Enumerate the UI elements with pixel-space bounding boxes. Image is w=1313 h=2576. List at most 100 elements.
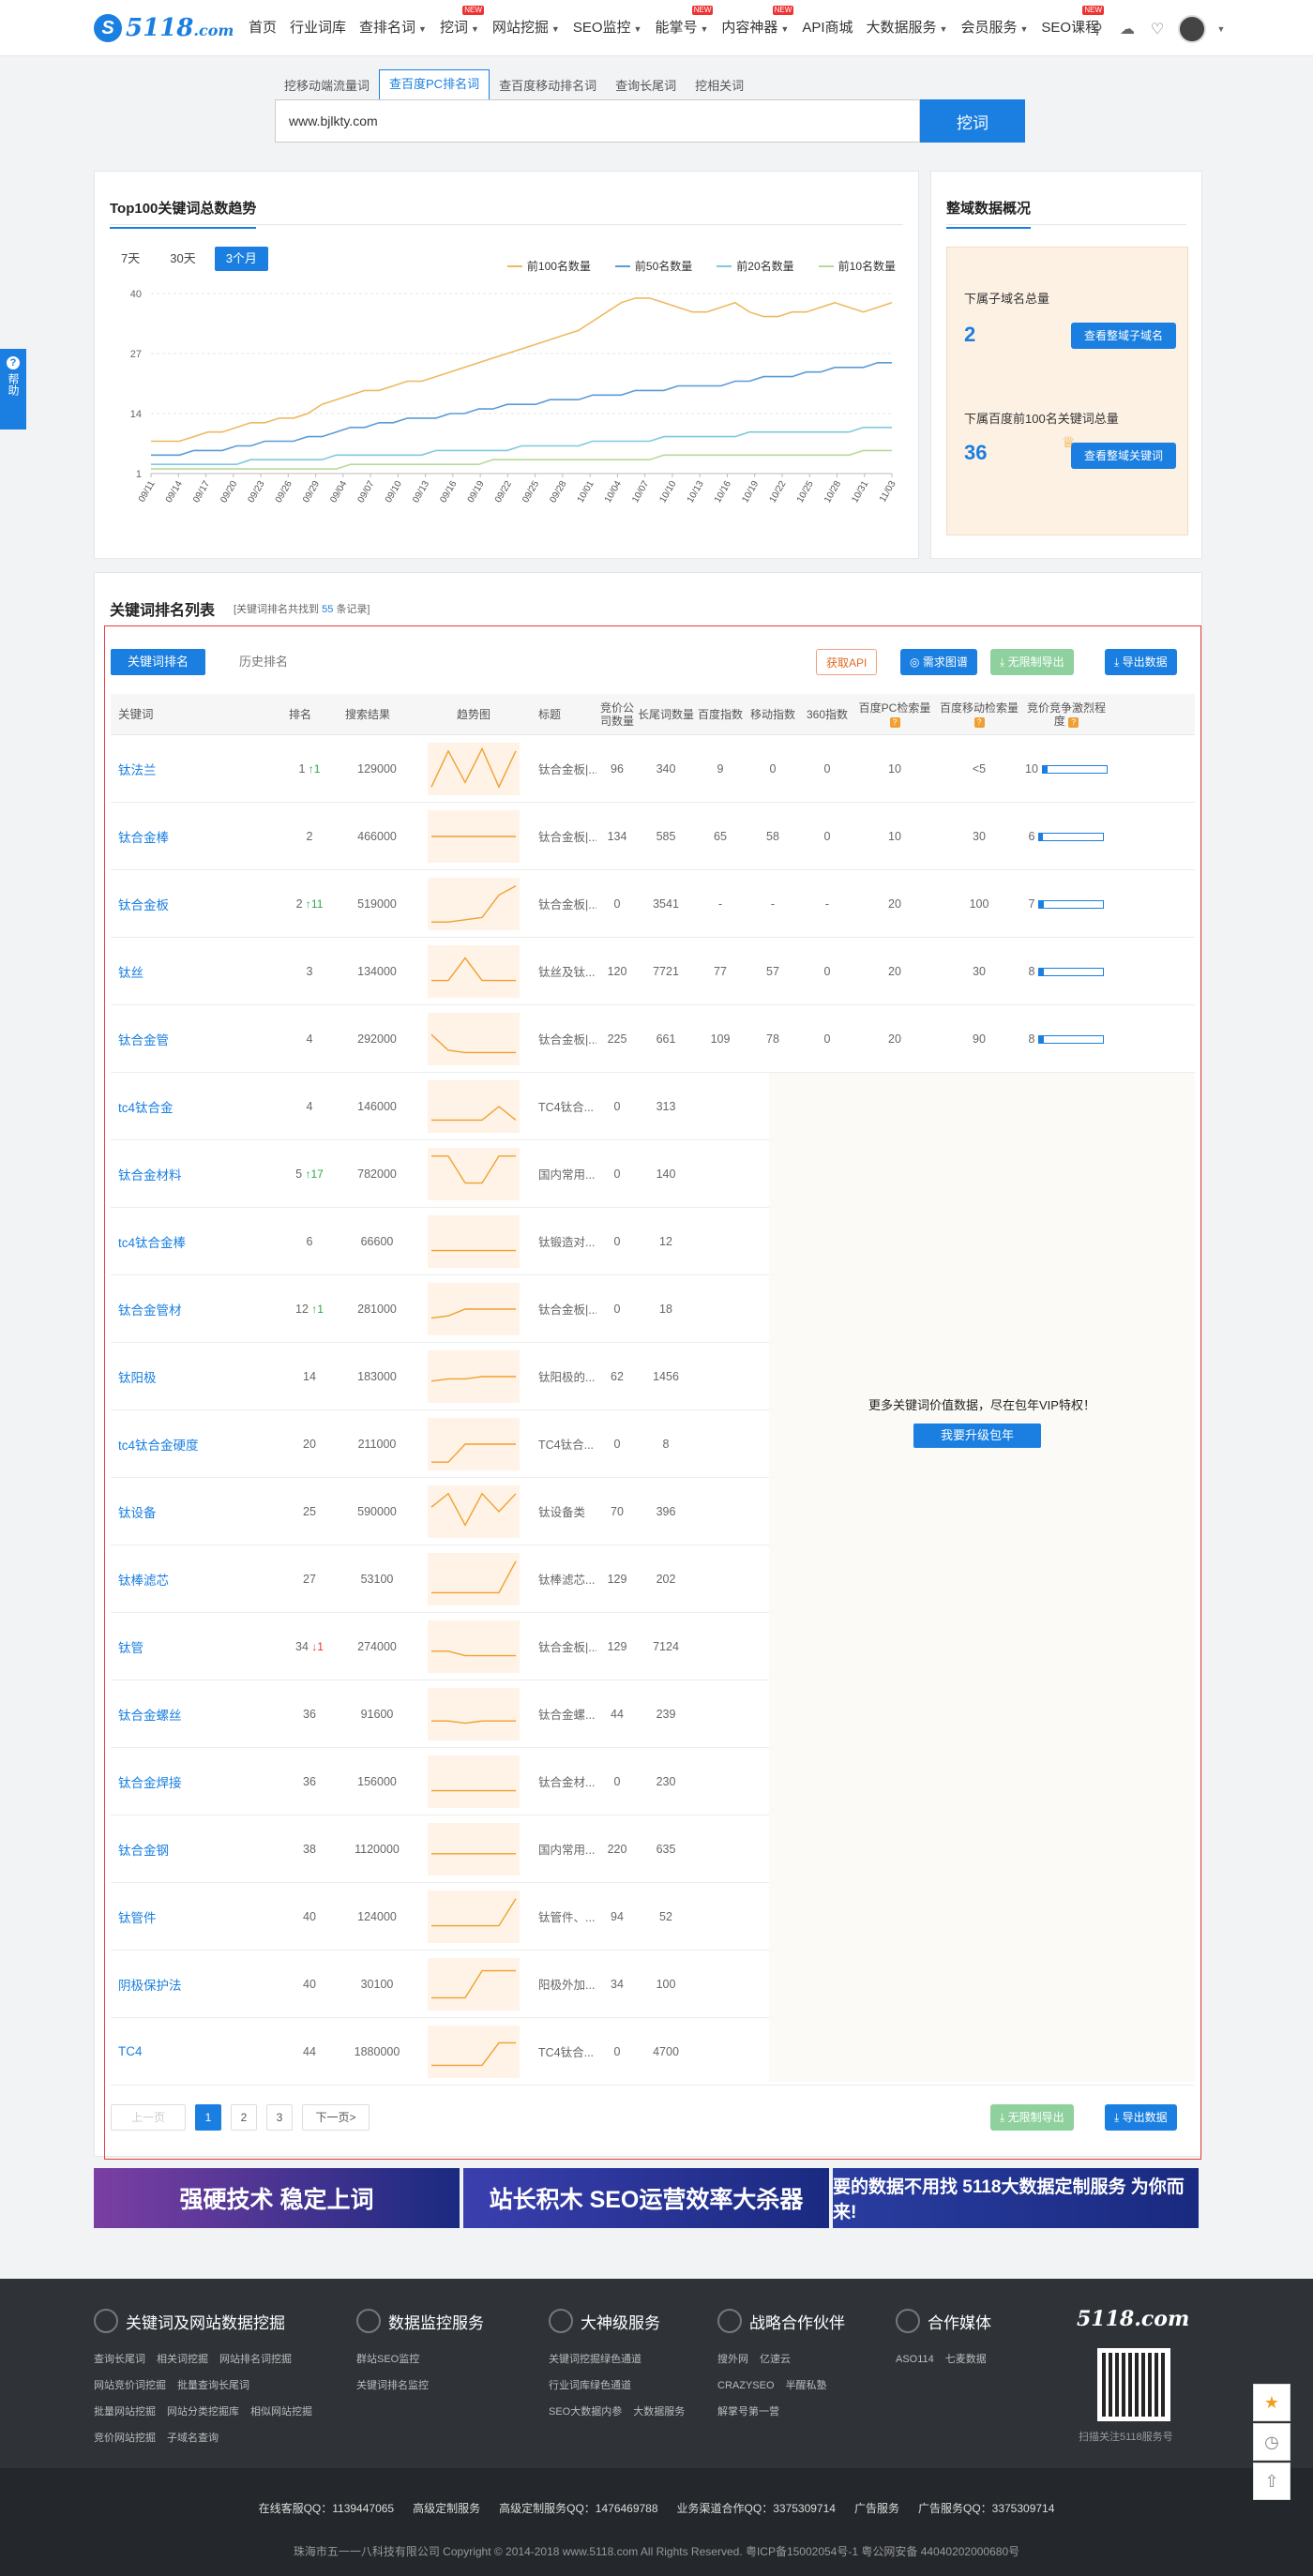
keyword-link[interactable]: 钛管: [111, 1637, 279, 1656]
footer-link[interactable]: 解掌号第一营: [717, 2406, 779, 2418]
search-tab[interactable]: 查询长尾词: [606, 73, 686, 99]
footer-link[interactable]: 网站分类挖掘库: [167, 2406, 239, 2418]
export-data-button-bottom[interactable]: ⤓ 导出数据: [1105, 2104, 1177, 2131]
keyword-link[interactable]: 钛合金钢: [111, 1840, 279, 1859]
next-page-button[interactable]: 下一页>: [302, 2104, 370, 2131]
bell-icon[interactable]: ♡: [1148, 20, 1167, 38]
get-api-button[interactable]: 获取API: [816, 649, 878, 675]
search-tab[interactable]: 查百度PC排名词: [379, 69, 490, 99]
nav-item[interactable]: 挖词 ▼ NEW: [433, 6, 486, 40]
trend-sparkline-cell[interactable]: [415, 1079, 533, 1133]
keyword-link[interactable]: 钛管件: [111, 1907, 279, 1926]
keyword-link[interactable]: 钛合金管材: [111, 1300, 279, 1318]
cloud-download-icon[interactable]: ☁: [1118, 20, 1137, 38]
footer-link[interactable]: 竞价网站挖掘: [94, 2433, 156, 2444]
upgrade-vip-button[interactable]: 我要升级包年: [913, 1424, 1041, 1448]
trend-sparkline-cell[interactable]: [415, 877, 533, 930]
footer-link[interactable]: ASO114: [896, 2354, 934, 2365]
contact-item[interactable]: 广告服务QQ：3375309714: [918, 2502, 1054, 2515]
keyword-link[interactable]: 钛合金材料: [111, 1165, 279, 1183]
trend-sparkline-cell[interactable]: [415, 1619, 533, 1673]
trend-sparkline-cell[interactable]: [415, 809, 533, 863]
footer-link[interactable]: 七麦数据: [945, 2354, 987, 2365]
nav-item[interactable]: API商城: [795, 17, 859, 40]
footer-link[interactable]: 半醒私塾: [786, 2380, 827, 2391]
nav-item[interactable]: SEO监控 ▼: [566, 17, 649, 40]
keyword-link[interactable]: 钛合金棒: [111, 827, 279, 846]
footer-link[interactable]: 批量网站挖掘: [94, 2406, 156, 2418]
ad-banner[interactable]: 要的数据不用找 5118大数据定制服务 为你而来!: [833, 2168, 1199, 2228]
back-to-top-icon[interactable]: ⇧: [1253, 2463, 1290, 2500]
keyword-link[interactable]: 阴极保护法: [111, 1975, 279, 1994]
keyword-link[interactable]: tc4钛合金棒: [111, 1232, 279, 1251]
page-button[interactable]: 3: [266, 2104, 293, 2131]
footer-link[interactable]: 相似网站挖掘: [250, 2406, 312, 2418]
help-icon[interactable]: ?: [889, 716, 900, 728]
footer-link[interactable]: 网站排名词挖掘: [219, 2354, 292, 2365]
contact-item[interactable]: 高级定制服务: [413, 2502, 480, 2515]
keyword-link[interactable]: 钛设备: [111, 1502, 279, 1521]
footer-link[interactable]: 大数据服务: [633, 2406, 685, 2418]
page-button[interactable]: 1: [195, 2104, 221, 2131]
footer-link[interactable]: 相关词挖掘: [157, 2354, 208, 2365]
footer-link[interactable]: 关键词排名监控: [356, 2380, 429, 2391]
keyword-link[interactable]: 钛合金板: [111, 895, 279, 913]
search-tab[interactable]: 挖相关词: [686, 73, 753, 99]
prev-page-button[interactable]: 上一页: [111, 2104, 186, 2131]
contact-item[interactable]: 业务渠道合作QQ：3375309714: [677, 2502, 836, 2515]
nav-item[interactable]: 内容神器 ▼ NEW: [715, 6, 795, 40]
footer-link[interactable]: 亿速云: [760, 2354, 791, 2365]
search-input[interactable]: www.bjlkty.com: [275, 99, 920, 143]
trend-sparkline-cell[interactable]: [415, 944, 533, 998]
search-tab[interactable]: 挖移动端流量词: [275, 73, 379, 99]
demand-graph-button[interactable]: ◎ 需求图谱: [900, 649, 977, 675]
keyword-link[interactable]: 钛丝: [111, 962, 279, 981]
contact-item[interactable]: 在线客服QQ：1139447065: [259, 2502, 395, 2515]
unlimited-export-button-bottom[interactable]: ⤓ 无限制导出: [990, 2104, 1074, 2131]
trend-sparkline-cell[interactable]: [415, 1349, 533, 1403]
ad-banner[interactable]: 强硬技术 稳定上词: [94, 2168, 460, 2228]
trend-sparkline-cell[interactable]: [415, 1687, 533, 1740]
contact-item[interactable]: 广告服务: [854, 2502, 899, 2515]
footer-link[interactable]: 批量查询长尾词: [177, 2380, 249, 2391]
chevron-down-icon[interactable]: ▼: [1217, 20, 1226, 38]
nav-item[interactable]: 查排名词 ▼: [353, 17, 433, 40]
trend-sparkline-cell[interactable]: [415, 2025, 533, 2078]
nav-item[interactable]: 网站挖掘 ▼: [486, 17, 566, 40]
period-button[interactable]: 7天: [110, 247, 151, 271]
trend-sparkline-cell[interactable]: [415, 1484, 533, 1538]
nav-item[interactable]: 会员服务 ▼: [954, 17, 1034, 40]
nav-item[interactable]: 行业词库: [283, 17, 353, 40]
trend-sparkline-cell[interactable]: [415, 1890, 533, 1943]
gift-icon[interactable]: ★: [1253, 2384, 1290, 2421]
keyword-link[interactable]: TC4: [111, 2044, 279, 2058]
trend-sparkline-cell[interactable]: [415, 1957, 533, 2011]
trend-sparkline-cell[interactable]: [415, 1147, 533, 1200]
help-icon[interactable]: ?: [1068, 716, 1079, 728]
period-button[interactable]: 3个月: [214, 247, 268, 271]
trend-sparkline-cell[interactable]: [415, 742, 533, 795]
trend-sparkline-cell[interactable]: [415, 1417, 533, 1470]
ad-banner[interactable]: 站长积木 SEO运营效率大杀器: [463, 2168, 829, 2228]
footer-link[interactable]: CRAZYSEO: [717, 2380, 775, 2391]
search-icon[interactable]: ⚲: [1088, 20, 1107, 38]
footer-link[interactable]: 行业词库绿色通道: [549, 2380, 631, 2391]
keyword-link[interactable]: 钛阳极: [111, 1367, 279, 1386]
nav-item[interactable]: 能掌号 ▼ NEW: [648, 6, 715, 40]
search-button[interactable]: 挖词: [920, 99, 1025, 143]
help-tab[interactable]: ? 帮助: [0, 349, 26, 429]
footer-link[interactable]: 子域名查询: [167, 2433, 219, 2444]
site-logo[interactable]: S 5118.com: [94, 11, 234, 45]
footer-link[interactable]: 网站竞价词挖掘: [94, 2380, 166, 2391]
keyword-link[interactable]: 钛棒滤芯: [111, 1570, 279, 1589]
keyword-link[interactable]: 钛法兰: [111, 760, 279, 778]
avatar[interactable]: [1178, 15, 1206, 43]
footer-link[interactable]: 查询长尾词: [94, 2354, 145, 2365]
trend-sparkline-cell[interactable]: [415, 1755, 533, 1808]
keyword-link[interactable]: 钛合金螺丝: [111, 1705, 279, 1724]
keyword-tab[interactable]: 历史排名: [222, 649, 305, 675]
contact-item[interactable]: 高级定制服务QQ：1476469788: [499, 2502, 657, 2515]
footer-link[interactable]: 搜外网: [717, 2354, 748, 2365]
keyword-link[interactable]: 钛合金管: [111, 1030, 279, 1048]
unlimited-export-button[interactable]: ⤓ 无限制导出: [990, 649, 1074, 675]
